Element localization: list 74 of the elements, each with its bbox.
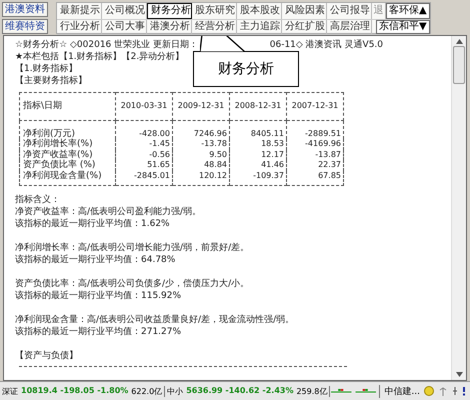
stock-switch-button[interactable]: 东信和平▼ [376,20,430,34]
table-cell: -2845.01 [116,170,172,186]
column-header: 2010-03-31 [116,92,172,120]
table-cell: 9.50 [172,150,230,160]
table-cell: 净利润增长率(%) [20,139,116,150]
table-cell: 22.37 [286,160,344,170]
table-cell: 41.46 [230,160,286,170]
tab[interactable]: 股东研究 [192,3,237,19]
table-cell: -428.00 [116,120,172,139]
side-button[interactable]: 港澳资料 [2,2,48,17]
tab[interactable]: 公司大事 [102,20,147,34]
header-text: ☆财务分析☆ ◇002016 世荣兆业 更新日期： [15,40,198,50]
coin-icon[interactable] [424,386,434,396]
note-text: 净利润现金含量：高/低表明公司收益质量良好/差，现金流动性强/弱。 [15,314,296,326]
table-cell: 净利润(万元) [20,120,116,139]
table-cell: -1.45 [116,139,172,150]
table-cell: 120.12 [172,170,230,186]
table-cell: 67.85 [286,170,344,186]
column-header: 2007-12-31 [286,92,344,120]
note-text: 该指标的最近一期行业平均值：64.78% [15,254,176,266]
table-cell: 7246.96 [172,120,230,139]
tab[interactable]: 分红扩股 [282,20,327,34]
table-cell: 净利润现金含量(%) [20,170,116,186]
alert-icon[interactable] [462,386,466,396]
table-cell: 资产负债比率 (%) [20,160,116,170]
tab[interactable]: 最新提示 [57,3,102,19]
scroll-thumb[interactable] [453,46,465,84]
note-text: 资产负债比率：高/低表明公司负债多/少，偿债压力大/小。 [15,278,250,290]
index-quote: 10819.4 -198.05 -1.80% [21,386,128,396]
header-text: 06-11◇ 港澳资讯 灵通V5.0 [270,40,384,50]
column-header: 2008-12-31 [230,92,286,120]
side-button[interactable]: 维赛特资 [2,19,48,34]
notes-title: 指标含义： [15,194,61,206]
table-cell: -13.87 [286,150,344,160]
section-title: 【资产与负债】 [15,350,79,362]
note-text: 该指标的最近一期行业平均值：1.62% [15,218,171,230]
table-cell: 51.65 [116,160,172,170]
index-turnover: 259.8亿 [296,386,328,396]
section-title: 【主要财务指标】 [15,76,87,86]
table-cell: 8405.11 [230,120,286,139]
table-cell: 48.84 [172,160,230,170]
tab[interactable]: 主力追踪 [237,20,282,34]
tab[interactable]: 财务分析 [147,3,192,19]
index-name: 深证 [2,386,18,396]
table-cell: -13.78 [172,139,230,150]
contents-line: ★本栏包括【1.财务指标】【2.异动分析】 [15,52,184,62]
scroll-up-icon[interactable] [456,39,462,44]
tab[interactable]: 高层治理 [327,20,372,34]
column-header: 指标\日期 [20,92,116,120]
tab[interactable]: 经营分析 [192,20,237,34]
table-cell: 净资产收益率(%) [20,150,116,160]
table-cell: -2889.51 [286,120,344,139]
tab[interactable]: 公司报导 [327,3,372,19]
scrollbar[interactable] [451,36,466,380]
section-title: 【1.财务指标】 [15,64,78,74]
index-quote: 5636.99 -140.62 -2.43% [186,386,294,396]
table-cell: 18.53 [230,139,286,150]
note-text: 净利润增长率：高/低表明公司增长能力强/弱，前景好/差。 [15,242,250,254]
tab[interactable]: 风险因素 [282,3,327,19]
tab[interactable]: 行业分析 [57,20,102,34]
table-cell: 12.17 [230,150,286,160]
index-turnover: 622.0亿 [131,386,162,396]
tab[interactable]: 股本股改 [237,3,282,19]
table-cell: -109.37 [230,170,286,186]
column-header: 2009-12-31 [172,92,230,120]
note-text: 该指标的最近一期行业平均值：115.92% [15,290,182,302]
table-cell: -0.56 [116,150,172,160]
index-name: 中小 [167,386,184,396]
scroll-down-icon[interactable] [456,372,462,377]
note-text: 净资产收益率：高/低表明公司盈利能力强/弱。 [15,206,202,218]
note-text: 该指标的最近一期行业平均值：271.27% [15,326,182,338]
stock-switch-button[interactable]: 客环保▲ [386,3,430,19]
tab[interactable]: 港澳分析 [147,20,192,34]
table-cell: -4169.96 [286,139,344,150]
